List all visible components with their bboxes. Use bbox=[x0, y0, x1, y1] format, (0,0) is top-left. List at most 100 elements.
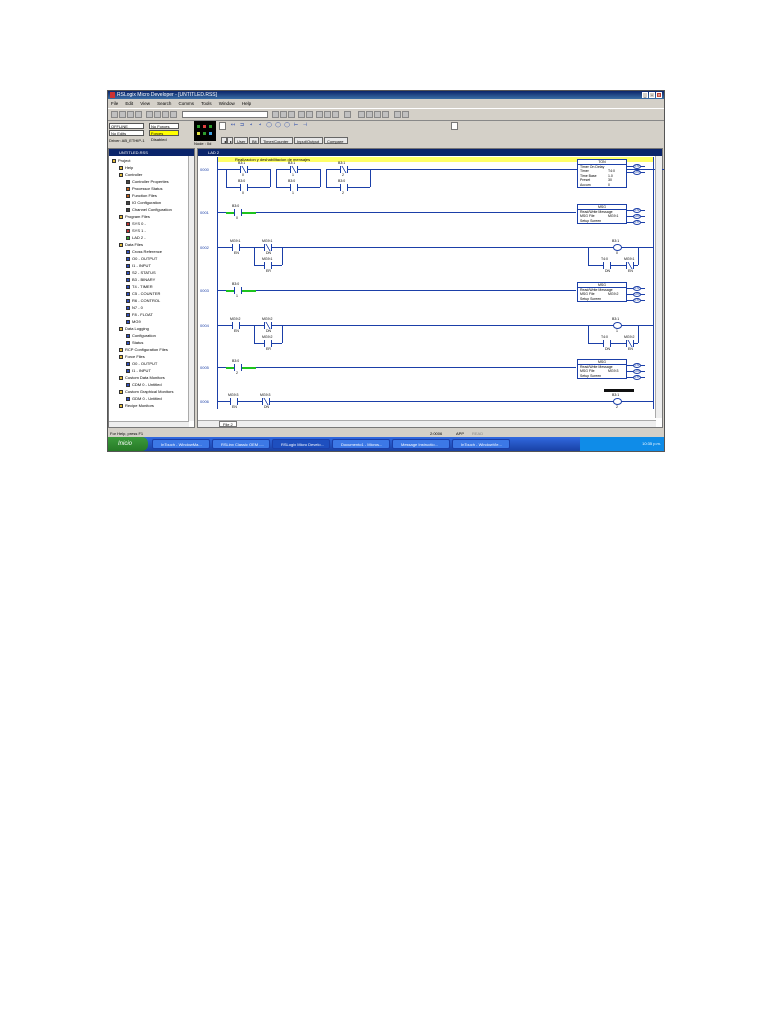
test-edit-icon[interactable] bbox=[366, 111, 373, 118]
otu-icon[interactable]: ◯ bbox=[283, 122, 291, 128]
taskbar-btn-intouch-viewer[interactable]: InTouch - WindowVie... bbox=[452, 439, 510, 449]
tree-item[interactable]: CDM 0 - Untitled bbox=[126, 382, 162, 388]
project-vertical-scrollbar[interactable] bbox=[188, 156, 194, 421]
msg-instruction[interactable]: MSG Read/Write Message MSG File MG9:2 Setup … bbox=[577, 282, 627, 303]
scroll-right-icon[interactable] bbox=[451, 122, 458, 130]
tree-item[interactable]: O0 - OUTPUT bbox=[126, 256, 157, 262]
menu-comms[interactable]: Comms bbox=[178, 101, 194, 106]
ladder-horizontal-scrollbar[interactable] bbox=[198, 420, 656, 427]
menu-help[interactable]: Help bbox=[242, 101, 251, 106]
xic-icon[interactable]: ⫞ bbox=[247, 122, 255, 128]
zoom-out-icon[interactable] bbox=[324, 111, 331, 118]
otl-icon[interactable]: ◯ bbox=[274, 122, 282, 128]
maximize-button[interactable]: ▫ bbox=[649, 92, 655, 99]
minimize-button[interactable]: _ bbox=[642, 92, 648, 99]
xio-contact[interactable] bbox=[626, 340, 634, 347]
xic-contact[interactable] bbox=[234, 209, 242, 216]
online-edit-icon[interactable] bbox=[344, 111, 351, 118]
assemble-edit-icon[interactable] bbox=[374, 111, 381, 118]
file-tab[interactable]: File 2 bbox=[219, 421, 237, 427]
tree-item[interactable]: MG9 bbox=[126, 319, 141, 325]
ladder-vertical-scrollbar[interactable] bbox=[655, 156, 662, 418]
tab-bit[interactable]: Bit bbox=[249, 137, 259, 144]
xio-contact[interactable] bbox=[262, 398, 270, 405]
rung-number[interactable]: 0002 bbox=[200, 245, 209, 250]
tree-item[interactable]: Configuration bbox=[126, 333, 156, 339]
tree-item[interactable]: Status bbox=[126, 340, 143, 346]
menu-edit[interactable]: Edit bbox=[125, 101, 133, 106]
save-icon[interactable] bbox=[127, 111, 134, 118]
start-button[interactable]: Inicio bbox=[108, 437, 148, 451]
taskbar-btn-rslinx[interactable]: RSLinx Classic OEM -... bbox=[212, 439, 270, 449]
tree-item[interactable]: Project bbox=[112, 158, 130, 164]
tnd-icon[interactable]: ⊣ bbox=[301, 122, 309, 128]
accept-edit-icon[interactable] bbox=[358, 111, 365, 118]
tree-item[interactable]: Custom Graphical Monitors bbox=[119, 389, 173, 395]
tree-item[interactable]: O0 - OUTPUT bbox=[126, 361, 157, 367]
mode-status[interactable]: OFFLINE bbox=[109, 123, 144, 129]
back-icon[interactable] bbox=[394, 111, 401, 118]
rung-number[interactable]: 0003 bbox=[200, 288, 209, 293]
tree-item[interactable]: Cross Reference bbox=[126, 249, 162, 255]
menu-view[interactable]: View bbox=[140, 101, 150, 106]
tree-item[interactable]: Function Files bbox=[126, 193, 157, 199]
tree-item[interactable]: Recipe Monitors bbox=[119, 403, 154, 409]
taskbar-btn-intouch[interactable]: InTouch - WindowMa... bbox=[152, 439, 210, 449]
project-horizontal-scrollbar[interactable] bbox=[109, 421, 189, 427]
cut-icon[interactable] bbox=[146, 111, 153, 118]
xic-contact[interactable] bbox=[340, 184, 348, 191]
tree-item[interactable]: IO Configuration bbox=[126, 200, 161, 206]
tree-item[interactable]: Data Files bbox=[119, 242, 143, 248]
tab-timer-counter[interactable]: Timer/Counter bbox=[260, 137, 293, 144]
xic-contact[interactable] bbox=[234, 364, 242, 371]
tree-item[interactable]: S2 - STATUS bbox=[126, 270, 156, 276]
xic-contact[interactable] bbox=[603, 262, 611, 269]
tab-compare[interactable]: Compare bbox=[324, 137, 348, 144]
tree-item[interactable]: B3 - BINARY bbox=[126, 277, 155, 283]
taskbar-btn-rslogix[interactable]: RSLogix Micro Develo... bbox=[272, 439, 330, 449]
new-icon[interactable] bbox=[111, 111, 118, 118]
find-icon[interactable] bbox=[288, 111, 295, 118]
tab-input-output[interactable]: Input/Output bbox=[294, 137, 323, 144]
msg-instruction[interactable]: MSG Read/Write Message MSG File MG9:3 Setup … bbox=[577, 359, 627, 380]
rung-number[interactable]: 0001 bbox=[200, 210, 209, 215]
instruction-param-value[interactable]: 0 bbox=[608, 183, 610, 187]
tree-item[interactable]: T4 - TIMER bbox=[126, 284, 153, 290]
output-coil[interactable] bbox=[613, 322, 622, 329]
cancel-edit-icon[interactable] bbox=[382, 111, 389, 118]
xio-contact[interactable] bbox=[290, 166, 298, 173]
edit-icon[interactable] bbox=[298, 111, 305, 118]
verify-icon[interactable] bbox=[272, 111, 279, 118]
undo-icon[interactable] bbox=[170, 111, 177, 118]
xic-contact[interactable] bbox=[230, 398, 238, 405]
msg-instruction[interactable]: MSG Read/Write Message MSG File MG9:1 Setup … bbox=[577, 204, 627, 225]
rung-number[interactable]: 0000 bbox=[200, 167, 209, 172]
tree-item[interactable]: Help bbox=[119, 165, 133, 171]
rung-number[interactable]: 0004 bbox=[200, 323, 209, 328]
close-button[interactable]: × bbox=[656, 92, 662, 99]
properties-icon[interactable] bbox=[306, 111, 313, 118]
xic-contact[interactable] bbox=[240, 184, 248, 191]
xic-contact[interactable] bbox=[603, 340, 611, 347]
paste-icon[interactable] bbox=[162, 111, 169, 118]
scroll-left-icon[interactable] bbox=[219, 122, 226, 130]
tree-item[interactable]: RCP Configuration Files bbox=[119, 347, 168, 353]
rung-number[interactable]: 0005 bbox=[200, 365, 209, 370]
taskbar-btn-message-help[interactable]: Message Instructio... bbox=[392, 439, 450, 449]
xio-icon[interactable]: ⫞ bbox=[256, 122, 264, 128]
xic-contact[interactable] bbox=[232, 322, 240, 329]
edits-status[interactable]: No Edits bbox=[109, 130, 144, 136]
xio-contact[interactable] bbox=[264, 244, 272, 251]
tab-user[interactable]: User bbox=[234, 137, 248, 144]
menu-tools[interactable]: Tools bbox=[201, 101, 212, 106]
menu-search[interactable]: Search bbox=[157, 101, 171, 106]
tab-next[interactable]: ▸ bbox=[227, 137, 233, 144]
tree-item[interactable]: Force Files bbox=[119, 354, 145, 360]
zoom-in-icon[interactable] bbox=[316, 111, 323, 118]
tree-item[interactable]: F8 - FLOAT bbox=[126, 312, 153, 318]
ote-icon[interactable]: ◯ bbox=[265, 122, 273, 128]
print-icon[interactable] bbox=[135, 111, 142, 118]
tree-item[interactable]: Data Logging bbox=[119, 326, 149, 332]
ton-instruction[interactable]: TON Timer On Delay Timer T4:0 Time Base 1.0 Pr… bbox=[577, 159, 627, 189]
window-icon[interactable] bbox=[332, 111, 339, 118]
